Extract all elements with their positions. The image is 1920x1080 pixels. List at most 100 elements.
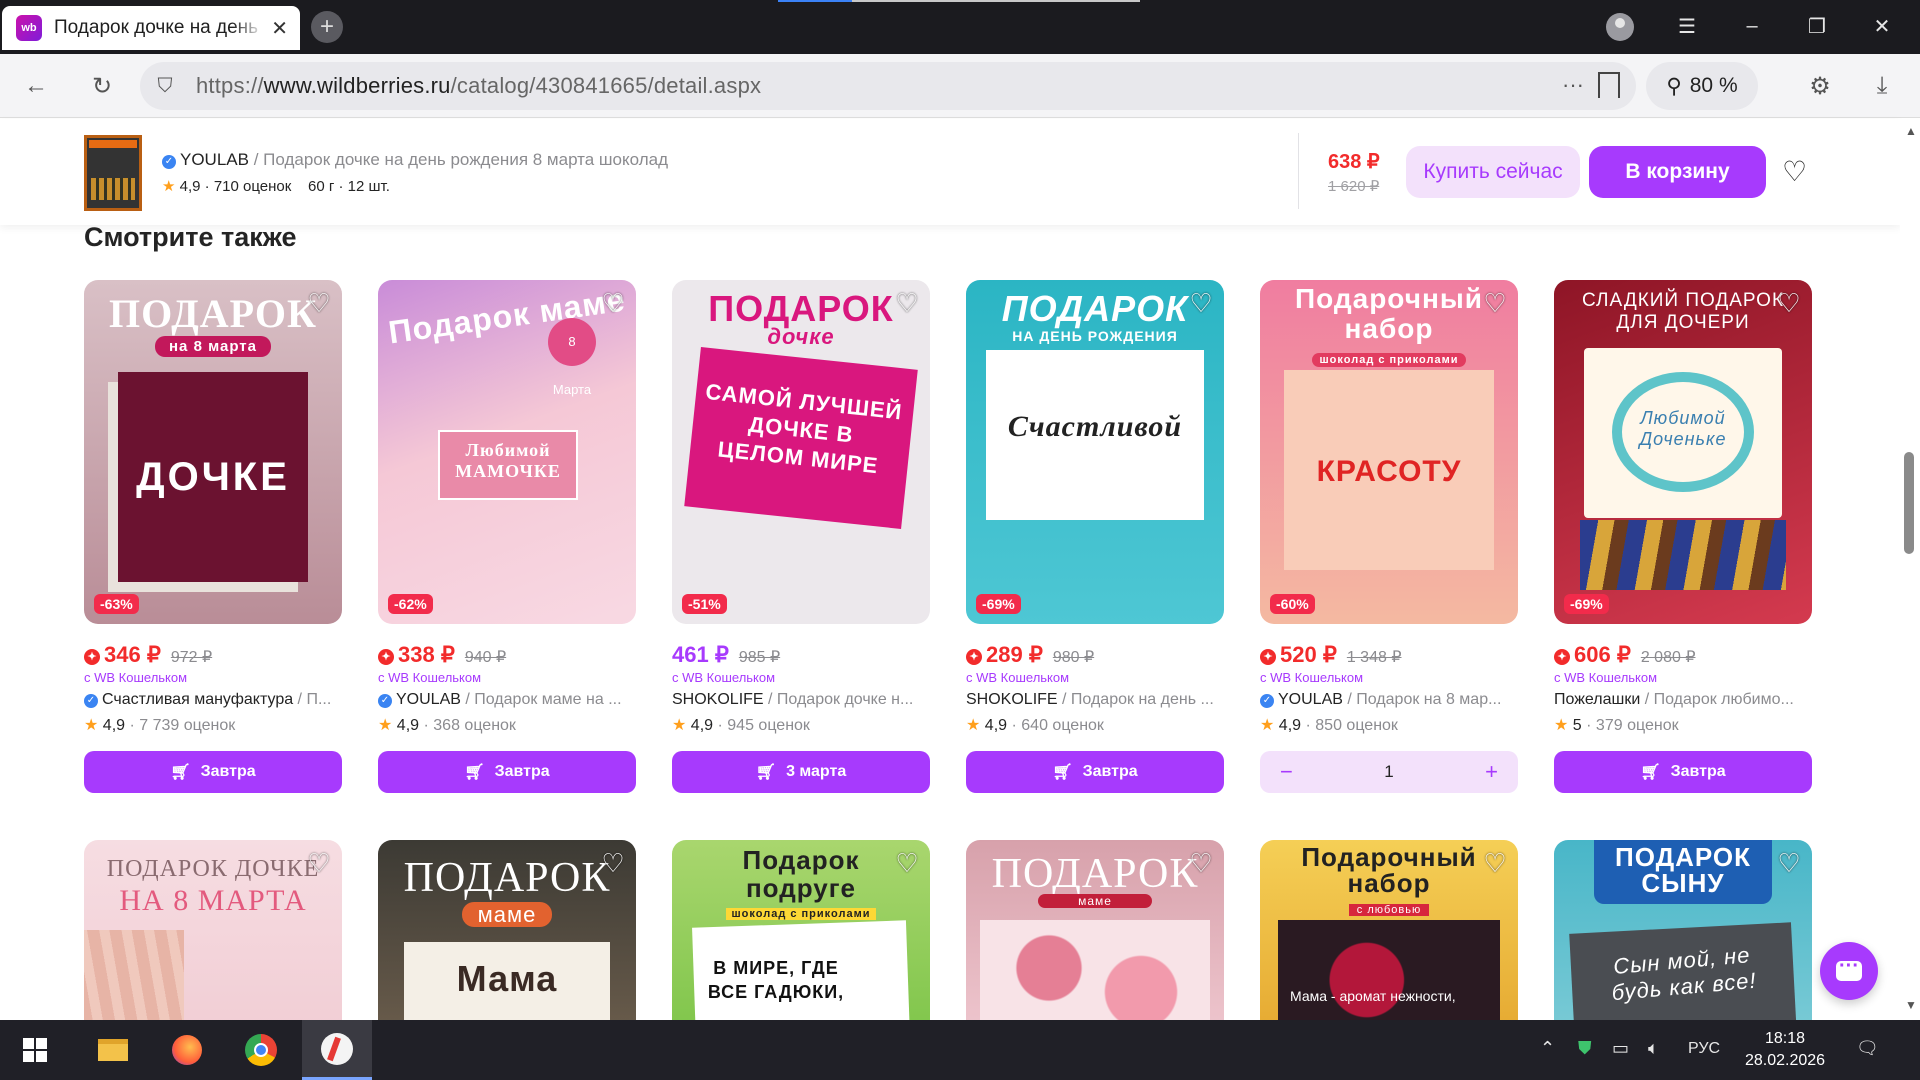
cart-icon: 🛒︎ <box>170 764 191 781</box>
scrollbar[interactable] <box>1900 119 1920 1019</box>
more-options-icon[interactable]: ··· <box>1562 72 1584 98</box>
favorite-heart-icon[interactable]: ♡ <box>1782 158 1807 186</box>
new-tab-button[interactable]: + <box>311 11 343 43</box>
favorite-heart-icon[interactable]: ♡ <box>1774 288 1804 318</box>
product-card[interactable]: Подарок маме 8 Марта Любимой МАМОЧКЕ ♡ -… <box>378 280 636 793</box>
product-image[interactable]: ПОДАРОК маме Мама ♡ <box>378 840 636 1040</box>
scroll-down-icon[interactable]: ▼ <box>1905 998 1917 1012</box>
product-card[interactable]: ПОДАРОК дочке САМОЙ ЛУЧШЕЙ ДОЧКЕ В ЦЕЛОМ… <box>672 280 930 793</box>
product-card[interactable]: ПОДАРОК НА ДЕНЬ РОЖДЕНИЯ Счастливой ♡ -6… <box>966 280 1224 793</box>
product-image[interactable]: Подарочный набор с любовью Мама - аромат… <box>1260 840 1518 1040</box>
product-image[interactable]: ПОДАРОК НА ДЕНЬ РОЖДЕНИЯ Счастливой ♡ -6… <box>966 280 1224 624</box>
scrollbar-thumb[interactable] <box>1904 452 1914 554</box>
favorite-heart-icon[interactable]: ♡ <box>1480 848 1510 878</box>
bookmark-icon[interactable] <box>1598 72 1620 98</box>
favorite-heart-icon[interactable]: ♡ <box>598 288 628 318</box>
firefox-icon[interactable] <box>152 1020 222 1080</box>
product-title[interactable]: Пожелашки / Подарок любимо... <box>1554 691 1812 709</box>
decrease-button[interactable]: − <box>1280 759 1293 785</box>
add-to-cart-button[interactable]: 🛒︎ Завтра <box>1554 751 1812 793</box>
product-card[interactable]: Подарочный набор шоколад с приколами КРА… <box>1260 280 1518 793</box>
reload-icon[interactable]: ↻ <box>86 70 118 102</box>
add-to-cart-button[interactable]: 🛒︎ Завтра <box>378 751 636 793</box>
product-image[interactable]: Подарок маме 8 Марта Любимой МАМОЧКЕ ♡ -… <box>378 280 636 624</box>
favorite-heart-icon[interactable]: ♡ <box>304 288 334 318</box>
product-image[interactable]: Подарочный набор шоколад с приколами КРА… <box>1260 280 1518 624</box>
extensions-icon[interactable]: ⚙ <box>1804 70 1836 102</box>
tray-expand-icon[interactable]: ⌃ <box>1540 1038 1555 1059</box>
start-button[interactable] <box>0 1020 70 1080</box>
download-icon[interactable]: ⤓ <box>1866 70 1898 102</box>
favorite-heart-icon[interactable]: ♡ <box>598 848 628 878</box>
favorite-heart-icon[interactable]: ♡ <box>1186 288 1216 318</box>
clock[interactable]: 18:18 28.02.2026 <box>1740 1028 1830 1072</box>
product-card[interactable]: Подарочный набор с любовью Мама - аромат… <box>1260 840 1518 1040</box>
close-window-icon[interactable]: ✕ <box>1866 10 1898 42</box>
file-explorer-icon[interactable] <box>78 1020 148 1080</box>
favorite-heart-icon[interactable]: ♡ <box>1774 848 1804 878</box>
verified-icon: ✓ <box>378 694 392 708</box>
product-card[interactable]: ПОДАРОК маме Мама ♡ <box>378 840 636 1040</box>
notifications-icon[interactable]: 🗨︎ <box>1856 1038 1879 1059</box>
product-card[interactable]: ПОДАРОК на 8 марта ДОЧКЕ ♡ -63% ✦ 346 ₽ 97… <box>84 280 342 793</box>
product-image[interactable]: ПОДАРОК на 8 марта ДОЧКЕ ♡ -63% <box>84 280 342 624</box>
product-image[interactable]: ПОДАРОК ДОЧКЕ НА 8 МАРТА ♡ <box>84 840 342 1040</box>
restore-icon[interactable]: ❐ <box>1801 10 1833 42</box>
profile-avatar-icon[interactable] <box>1606 13 1634 41</box>
product-image[interactable]: ПОДАРОК маме ♡ <box>966 840 1224 1040</box>
chat-button[interactable] <box>1820 942 1878 1000</box>
product-card[interactable]: ПОДАРОК СЫНУ Сын мой, не будь как все! ♡ <box>1554 840 1812 1040</box>
star-icon: ★ <box>672 717 687 734</box>
product-title[interactable]: ✓ Счастливая мануфактура / П... <box>84 691 342 709</box>
product-title[interactable]: ✓ YOULAB / Подарок на 8 мар... <box>1260 691 1518 709</box>
star-icon: ★ <box>162 178 176 195</box>
back-arrow-icon[interactable]: ← <box>20 70 52 102</box>
wallet-icon: ✦ <box>1260 649 1276 665</box>
menu-icon[interactable]: ☰ <box>1671 10 1703 42</box>
browser-tab[interactable]: wb Подарок дочке на день рождения 8 март… <box>2 6 300 50</box>
zoom-button[interactable]: ⚲ 80 % <box>1646 62 1758 110</box>
add-to-cart-button[interactable]: 🛒︎ Завтра <box>84 751 342 793</box>
discount-badge: -62% <box>388 594 433 614</box>
tab-title: Подарок дочке на день рождения 8 марта ш… <box>54 17 264 38</box>
product-image[interactable]: Подарок подруге шоколад с приколами В МИ… <box>672 840 930 1040</box>
sticky-old-price: 1 620 ₽ <box>1328 178 1380 195</box>
add-to-cart-button[interactable]: В корзину <box>1589 146 1766 198</box>
product-title[interactable]: ✓ YOULAB / Подарок маме на ... <box>378 691 636 709</box>
product-thumbnail[interactable] <box>84 135 142 211</box>
favorite-heart-icon[interactable]: ♡ <box>1480 288 1510 318</box>
security-shield-icon[interactable]: ⛊ <box>1578 1038 1592 1059</box>
buy-now-button[interactable]: Купить сейчас <box>1406 146 1580 198</box>
product-image[interactable]: ПОДАРОК дочке САМОЙ ЛУЧШЕЙ ДОЧКЕ В ЦЕЛОМ… <box>672 280 930 624</box>
chrome-icon[interactable] <box>226 1020 296 1080</box>
url-text[interactable]: https://www.wildberries.ru/catalog/43084… <box>196 73 761 99</box>
yandex-browser-icon[interactable] <box>302 1020 372 1080</box>
minimize-icon[interactable]: – <box>1736 10 1768 42</box>
address-bar[interactable]: ⛉ https://www.wildberries.ru/catalog/430… <box>140 62 1636 110</box>
product-image[interactable]: ПОДАРОК СЫНУ Сын мой, не будь как все! ♡ <box>1554 840 1812 1040</box>
verified-icon: ✓ <box>84 694 98 708</box>
product-card[interactable]: СЛАДКИЙ ПОДАРОК ДЛЯ ДОЧЕРИ Любимой Дочен… <box>1554 280 1812 793</box>
star-icon: ★ <box>378 717 393 734</box>
network-icon[interactable]: ▭ <box>1612 1038 1629 1059</box>
add-to-cart-button[interactable]: 🛒︎ Завтра <box>966 751 1224 793</box>
product-card[interactable]: Подарок подруге шоколад с приколами В МИ… <box>672 840 930 1040</box>
product-title[interactable]: SHOKOLIFE / Подарок на день ... <box>966 691 1224 709</box>
product-image[interactable]: СЛАДКИЙ ПОДАРОК ДЛЯ ДОЧЕРИ Любимой Дочен… <box>1554 280 1812 624</box>
favorite-heart-icon[interactable]: ♡ <box>892 848 922 878</box>
increase-button[interactable]: + <box>1485 759 1498 785</box>
volume-icon[interactable]: 🔈︎ <box>1648 1038 1659 1059</box>
wallet-note: с WB Кошельком <box>1554 670 1658 685</box>
product-title[interactable]: SHOKOLIFE / Подарок дочке н... <box>672 691 930 709</box>
old-price: 972 ₽ <box>170 649 213 666</box>
scroll-up-icon[interactable]: ▲ <box>1905 124 1917 138</box>
favorite-heart-icon[interactable]: ♡ <box>892 288 922 318</box>
language-indicator[interactable]: РУС <box>1688 1040 1720 1058</box>
product-card[interactable]: ПОДАРОК ДОЧКЕ НА 8 МАРТА ♡ <box>84 840 342 1040</box>
shield-icon[interactable]: ⛉ <box>152 75 178 98</box>
add-to-cart-button[interactable]: 🛒︎ 3 марта <box>672 751 930 793</box>
favorite-heart-icon[interactable]: ♡ <box>304 848 334 878</box>
close-tab-icon[interactable]: ✕ <box>271 16 288 41</box>
product-card[interactable]: ПОДАРОК маме ♡ <box>966 840 1224 1040</box>
favorite-heart-icon[interactable]: ♡ <box>1186 848 1216 878</box>
